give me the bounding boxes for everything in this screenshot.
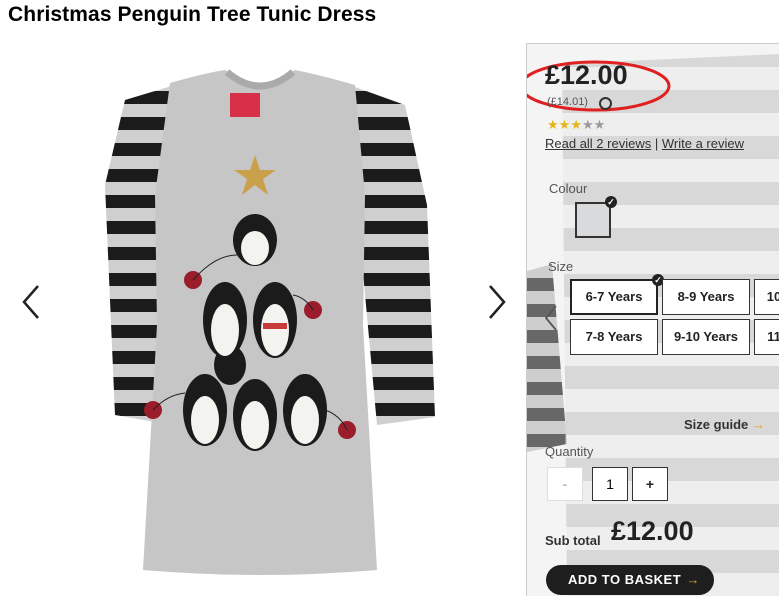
- chevron-right-icon: [489, 285, 506, 319]
- gallery-next-button[interactable]: [480, 282, 510, 322]
- check-icon: ✓: [605, 196, 617, 208]
- size-option-label: 8-9 Years: [677, 289, 735, 304]
- size-guide-link[interactable]: Size guide →: [684, 417, 765, 432]
- read-reviews-link[interactable]: Read all 2 reviews: [545, 136, 651, 151]
- size-option-label: 7-8 Years: [585, 329, 643, 344]
- reviews-row: Read all 2 reviews | Write a review: [545, 136, 744, 151]
- product-details-panel: £12.00 (£14.01) ★★★★★ Read all 2 reviews…: [526, 43, 779, 596]
- chevron-left-icon: [22, 285, 39, 319]
- reviews-separator: |: [654, 136, 659, 151]
- arrow-right-icon: →: [751, 417, 765, 432]
- size-option-9-10[interactable]: 9-10 Years: [662, 319, 750, 355]
- star-empty-icon: ★: [581, 117, 594, 132]
- quantity-label: Quantity: [545, 444, 594, 459]
- add-to-basket-button[interactable]: ADD TO BASKET →: [546, 565, 714, 595]
- subtotal-label: Sub total: [545, 533, 601, 548]
- add-to-basket-label: ADD TO BASKET: [568, 572, 682, 587]
- size-option-7-8[interactable]: 7-8 Years: [570, 319, 658, 355]
- size-option-8-9[interactable]: 8-9 Years: [662, 279, 750, 315]
- old-price: (£14.01): [547, 96, 588, 108]
- product-title: Christmas Penguin Tree Tunic Dress: [8, 3, 377, 26]
- star-icon: ★: [558, 117, 571, 132]
- size-option-label: 9-10 Years: [673, 329, 739, 344]
- size-option-11[interactable]: 11: [754, 319, 779, 355]
- size-option-10[interactable]: 10: [754, 279, 779, 315]
- colour-swatch-grey[interactable]: ✓: [575, 196, 617, 238]
- star-empty-icon: ★: [593, 117, 606, 132]
- size-option-6-7[interactable]: 6-7 Years ✓: [570, 274, 664, 315]
- quantity-input[interactable]: 1: [592, 467, 628, 501]
- size-option-label: 10: [766, 289, 779, 304]
- size-option-label: 11: [767, 329, 779, 344]
- arrow-right-icon: →: [686, 572, 700, 587]
- rating-stars: ★★★★★: [547, 117, 605, 133]
- size-prev-chevron-icon[interactable]: [544, 304, 558, 332]
- size-guide-label: Size guide: [684, 417, 749, 432]
- quantity-increase-button[interactable]: +: [632, 467, 668, 501]
- star-icon: ★: [547, 117, 559, 132]
- info-icon[interactable]: [599, 97, 612, 110]
- star-icon: ★: [570, 117, 582, 132]
- gallery-prev-button[interactable]: [18, 282, 48, 322]
- size-label: Size: [548, 259, 574, 274]
- product-price: £12.00: [545, 60, 628, 90]
- quantity-decrease-button[interactable]: -: [547, 467, 583, 501]
- product-image-gallery: [0, 40, 525, 595]
- size-option-label: 6-7 Years: [585, 289, 643, 304]
- subtotal-value: £12.00: [611, 516, 694, 546]
- colour-label: Colour: [549, 181, 588, 196]
- write-review-link[interactable]: Write a review: [662, 136, 744, 151]
- product-image: [105, 69, 435, 575]
